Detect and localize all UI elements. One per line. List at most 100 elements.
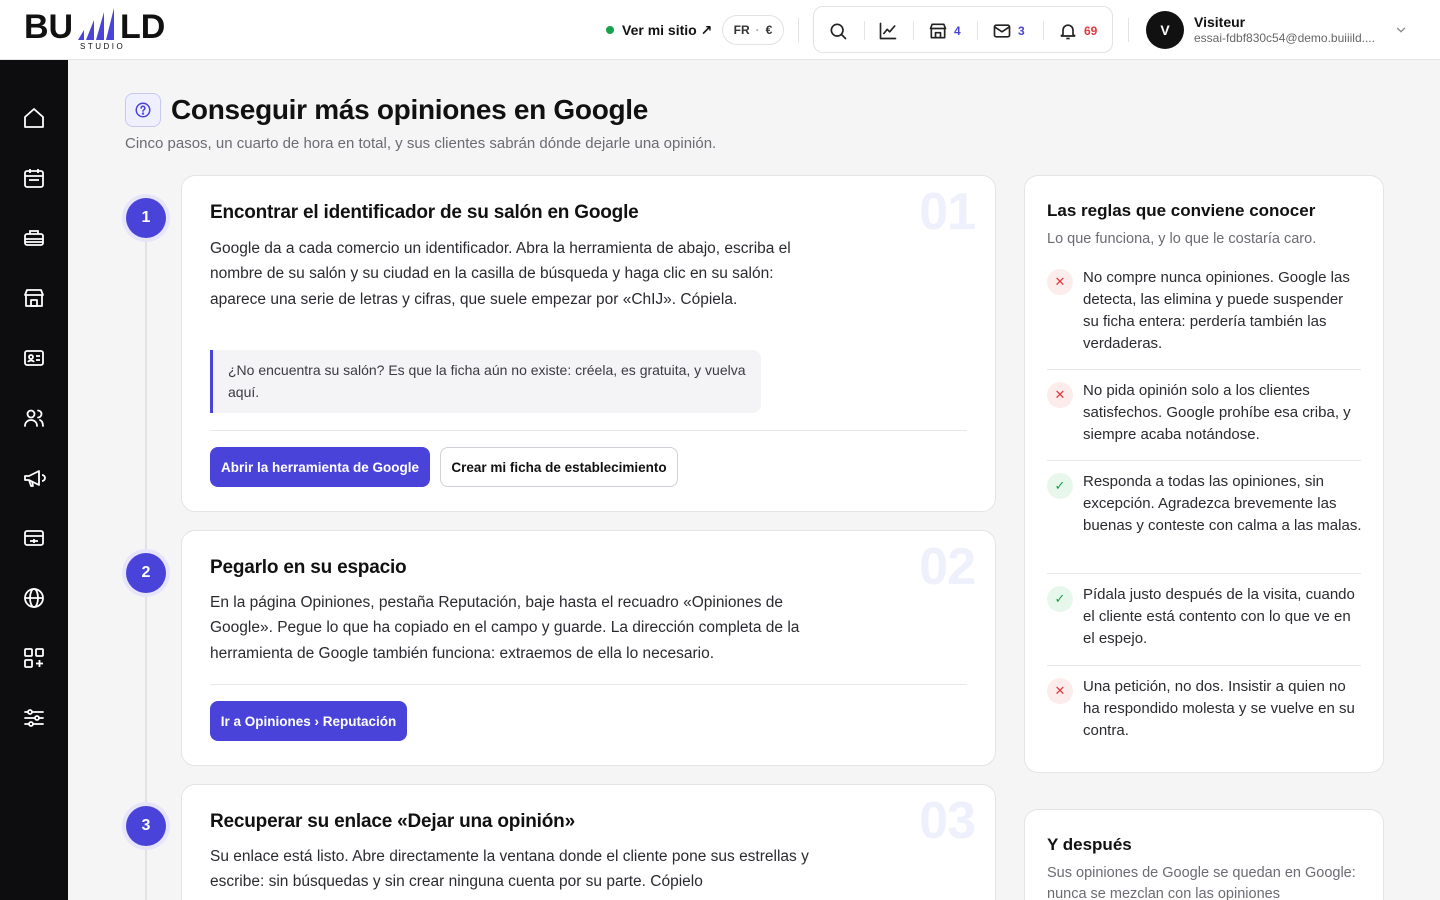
mail-icon xyxy=(993,23,1011,38)
shop-count: 4 xyxy=(954,23,961,38)
sidebar-item-website[interactable] xyxy=(22,586,46,610)
check-icon: ✓ xyxy=(1047,586,1073,612)
svg-text:BU: BU xyxy=(24,8,73,46)
sidebar-item-clients[interactable] xyxy=(22,346,46,370)
step-title: Pegarlo en su espacio xyxy=(210,557,407,578)
header-tools: 4 3 69 xyxy=(813,6,1113,53)
rules-subtitle: Lo que funciona, y lo que le costaría ca… xyxy=(1047,231,1317,247)
chart-line-icon xyxy=(879,22,897,39)
calendar-icon xyxy=(24,169,44,188)
view-site-label: Ver mi sitio ↗ xyxy=(622,21,713,38)
shop-icon xyxy=(24,289,44,307)
megaphone-icon xyxy=(24,470,46,487)
rule-divider xyxy=(1047,460,1361,461)
billing-icon xyxy=(24,530,44,546)
rules-title: Las reglas que conviene conocer xyxy=(1047,201,1316,220)
check-icon: ✓ xyxy=(1047,473,1073,499)
tools-divider xyxy=(1043,21,1044,40)
after-card: Y después Sus opiniones de Google se que… xyxy=(1024,809,1384,900)
rule-divider xyxy=(1047,369,1361,370)
rule-divider xyxy=(1047,665,1361,666)
svg-text:LD: LD xyxy=(120,8,165,46)
rule-text: No pida opinión solo a los clientes sati… xyxy=(1083,382,1351,443)
rules-card: Las reglas que conviene conocer Lo que f… xyxy=(1024,175,1384,773)
step-card: 03 Recuperar su enlace «Dejar una opinió… xyxy=(181,784,996,900)
step-big-number: 03 xyxy=(919,792,976,850)
language-currency-switcher[interactable]: FR · € xyxy=(722,15,784,45)
settings-sliders-icon xyxy=(24,709,44,727)
search-button[interactable] xyxy=(828,7,848,54)
cross-icon: ✕ xyxy=(1047,678,1073,704)
question-circle-icon xyxy=(135,102,151,118)
header-divider xyxy=(1128,18,1129,42)
view-site-link[interactable]: Ver mi sitio ↗ xyxy=(606,20,712,40)
sidebar-item-calendar[interactable] xyxy=(22,166,46,190)
notification-count: 69 xyxy=(1084,23,1098,38)
step-body: En la página Opiniones, pestaña Reputaci… xyxy=(210,594,800,662)
chevron-down-icon[interactable] xyxy=(1394,23,1408,37)
analytics-button[interactable] xyxy=(878,7,898,54)
rule-item: ✓ Responda a todas las opiniones, sin ex… xyxy=(1047,471,1361,561)
user-email: essai-fdbf830c54@demo.buiiild.... xyxy=(1194,31,1375,45)
sidebar-item-apps[interactable] xyxy=(22,646,46,670)
rule-item: ✕ Una petición, no dos. Insistir a quien… xyxy=(1047,676,1361,744)
online-status-dot xyxy=(606,26,614,34)
search-icon xyxy=(830,23,847,39)
tools-divider xyxy=(864,21,865,40)
step-body: Su enlace está listo. Abre directamente … xyxy=(210,848,809,891)
help-badge xyxy=(125,93,161,127)
go-to-reputation-button[interactable]: Ir a Opiniones › Reputación xyxy=(210,701,407,741)
open-google-tool-button[interactable]: Abrir la herramienta de Google xyxy=(210,447,430,487)
shop-button[interactable]: 4 xyxy=(928,7,961,54)
create-business-profile-button[interactable]: Crear mi ficha de establecimiento xyxy=(440,447,678,487)
sidebar xyxy=(0,60,68,900)
page-subtitle: Cinco pasos, un cuarto de hora en total,… xyxy=(125,135,717,152)
globe-icon xyxy=(24,588,44,608)
step-big-number: 02 xyxy=(919,538,976,596)
services-icon xyxy=(24,230,44,246)
sidebar-item-settings[interactable] xyxy=(22,706,46,730)
rule-text: No compre nunca opiniones. Google las de… xyxy=(1083,269,1350,352)
rule-divider xyxy=(1047,573,1361,574)
sidebar-item-team[interactable] xyxy=(22,406,46,430)
sidebar-item-billing[interactable] xyxy=(22,526,46,550)
separator-dot: · xyxy=(755,23,760,37)
rule-text: Una petición, no dos. Insistir a quien n… xyxy=(1083,678,1355,739)
logo-subtitle: STUDIO xyxy=(80,42,126,51)
rule-text: Pídala justo después de la visita, cuand… xyxy=(1083,586,1355,647)
tools-divider xyxy=(913,21,914,40)
step-callout: ¿No encuentra su salón? Es que la ficha … xyxy=(210,350,761,413)
mail-count: 3 xyxy=(1018,23,1025,38)
sidebar-item-marketing[interactable] xyxy=(22,466,46,490)
step-number: 1 xyxy=(126,198,166,238)
step-number: 2 xyxy=(126,553,166,593)
step-title: Recuperar su enlace «Dejar una opinión» xyxy=(210,811,575,832)
step-card: 01 Encontrar el identificador de su saló… xyxy=(181,175,996,512)
avatar: V xyxy=(1146,11,1184,49)
step-number: 3 xyxy=(126,806,166,846)
rule-item: ✕ No compre nunca opiniones. Google las … xyxy=(1047,267,1361,357)
notifications-button[interactable]: 69 xyxy=(1058,7,1097,54)
rule-item: ✕ No pida opinión solo a los clientes sa… xyxy=(1047,380,1361,448)
cross-icon: ✕ xyxy=(1047,382,1073,408)
messages-button[interactable]: 3 xyxy=(992,7,1025,54)
step-big-number: 01 xyxy=(919,183,976,241)
user-menu[interactable]: V Visiteur essai-fdbf830c54@demo.buiiild… xyxy=(1146,10,1375,50)
language-code: FR xyxy=(733,23,750,37)
top-bar: BU LD STUDIO Ver mi sitio ↗ FR · € 4 3 6… xyxy=(0,0,1440,60)
rule-text: Responda a todas las opiniones, sin exce… xyxy=(1083,473,1362,534)
contact-card-icon xyxy=(24,350,44,366)
user-name: Visiteur xyxy=(1194,14,1246,30)
after-title: Y después xyxy=(1047,835,1132,854)
header-divider xyxy=(798,18,799,42)
sidebar-item-home[interactable] xyxy=(22,106,46,130)
home-icon xyxy=(24,108,44,128)
page-title: Conseguir más opiniones en Google xyxy=(171,94,649,125)
apps-icon xyxy=(24,648,44,668)
users-icon xyxy=(24,409,44,427)
tools-divider xyxy=(977,21,978,40)
after-subtitle: Sus opiniones de Google se quedan en Goo… xyxy=(1047,865,1356,900)
sidebar-item-shop[interactable] xyxy=(22,286,46,310)
sidebar-item-services[interactable] xyxy=(22,226,46,250)
cross-icon: ✕ xyxy=(1047,269,1073,295)
